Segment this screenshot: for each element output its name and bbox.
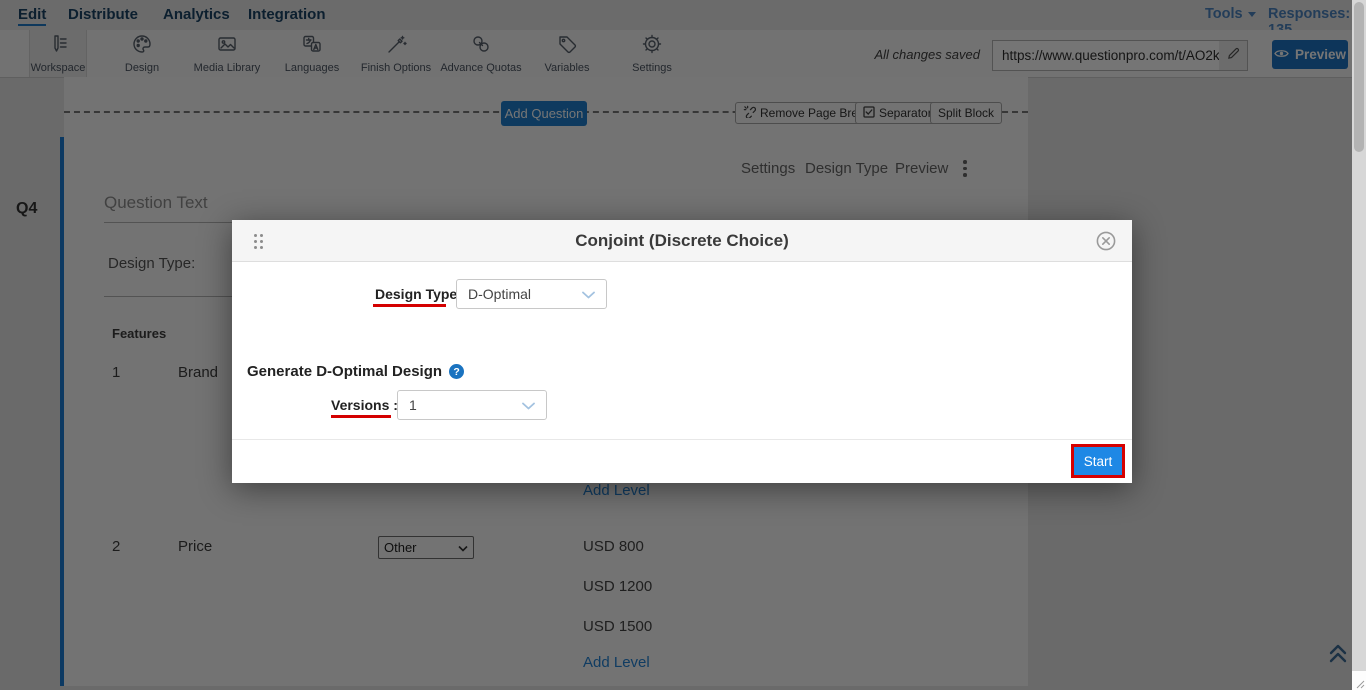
versions-red-underline xyxy=(331,415,391,418)
scrollbar-thumb[interactable] xyxy=(1354,2,1364,152)
chevron-down-icon xyxy=(522,397,535,413)
versions-label: Versions : xyxy=(331,397,398,413)
start-button-highlight: Start xyxy=(1071,444,1125,478)
modal-design-type-label: Design Type xyxy=(375,286,457,302)
start-button[interactable]: Start xyxy=(1074,447,1122,475)
close-icon[interactable] xyxy=(1096,231,1116,251)
design-type-dropdown[interactable]: D-Optimal xyxy=(456,279,607,309)
design-type-red-underline xyxy=(373,304,446,307)
modal-footer-divider xyxy=(232,439,1132,440)
versions-dropdown[interactable]: 1 xyxy=(397,390,547,420)
modal-title: Conjoint (Discrete Choice) xyxy=(232,220,1132,262)
generate-section-title: Generate D-Optimal Design ? xyxy=(247,363,464,380)
chevron-down-icon xyxy=(582,286,595,302)
scrollbar-corner xyxy=(1352,671,1366,690)
help-icon[interactable]: ? xyxy=(449,364,464,379)
drag-handle-icon[interactable] xyxy=(254,234,263,249)
conjoint-modal: Conjoint (Discrete Choice) Design Type D… xyxy=(232,220,1132,483)
app-window: Edit Distribute Analytics Integration To… xyxy=(0,0,1366,690)
